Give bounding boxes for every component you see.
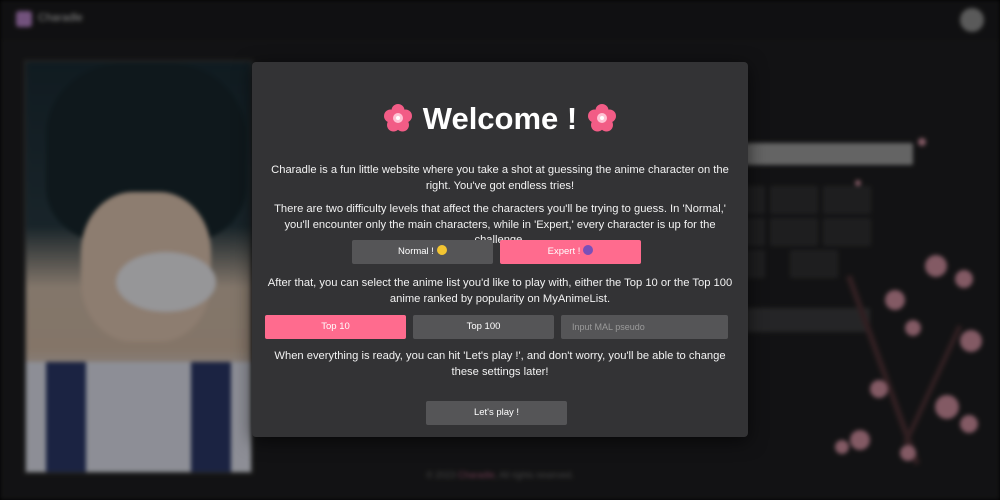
intro-text: Charadle is a fun little website where y…: [271, 164, 729, 192]
eyes-face-icon: [583, 245, 594, 255]
lets-play-button[interactable]: Let's play !: [426, 401, 567, 425]
top100-button[interactable]: Top 100: [413, 315, 554, 339]
cherry-blossom-icon: [587, 103, 617, 133]
mal-pseudo-input[interactable]: [561, 315, 728, 339]
top10-button[interactable]: Top 10: [265, 315, 406, 339]
expert-button[interactable]: Expert !: [500, 240, 641, 264]
modal-title: Welcome !: [252, 99, 748, 139]
ready-text: When everything is ready, you can hit 'L…: [274, 350, 726, 378]
smiling-face-icon: [436, 245, 447, 255]
cherry-blossom-icon: [383, 103, 413, 133]
welcome-modal: Welcome ! Charadle is a fun little websi…: [252, 62, 748, 437]
list-text: After that, you can select the anime lis…: [267, 277, 733, 305]
normal-button[interactable]: Normal !: [352, 240, 493, 264]
